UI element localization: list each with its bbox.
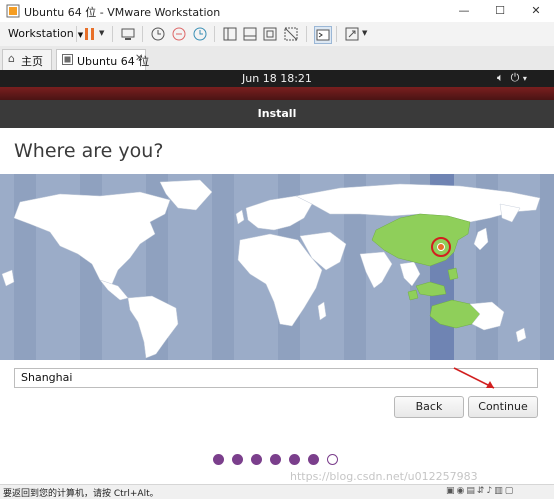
close-button[interactable]: ✕ <box>518 0 554 22</box>
tab-bar: ⌂ 主页 Ubuntu 64 位 ✕ <box>0 46 554 71</box>
progress-dot-current <box>327 454 338 465</box>
progress-dot-completed <box>289 454 300 465</box>
tab-home-label: 主页 <box>21 55 43 68</box>
install-title: Install <box>257 107 297 120</box>
device-status-icons[interactable]: ▣◉▤⇵♪▥▢ <box>446 486 515 496</box>
usb-icon[interactable]: ⇵ <box>477 486 487 496</box>
thumbnail-icon[interactable] <box>242 26 258 42</box>
vmware-app-icon <box>6 4 20 18</box>
send-ctrl-alt-del-icon[interactable] <box>120 26 136 42</box>
volume-icon[interactable]: 🔈︎ <box>497 71 504 84</box>
chevron-down-icon[interactable]: ▼ <box>99 29 104 37</box>
header-stripe <box>0 87 554 100</box>
toolbar: Workstation ▼ ▼ ▼ <box>0 22 554 47</box>
console-icon[interactable] <box>314 26 332 44</box>
hard-disk-icon[interactable]: ▣ <box>446 486 457 496</box>
progress-dot-completed <box>232 454 243 465</box>
toolbar-divider <box>76 26 77 42</box>
clock[interactable]: Jun 18 18:21 <box>0 72 554 85</box>
vm-icon <box>62 54 73 65</box>
home-icon: ⌂ <box>8 52 15 65</box>
unity-icon[interactable] <box>283 26 299 42</box>
progress-dot-completed <box>270 454 281 465</box>
revert-snapshot-icon[interactable] <box>171 26 187 42</box>
progress-dot-completed <box>213 454 224 465</box>
maximize-button[interactable]: ☐ <box>482 0 518 22</box>
location-pin-icon <box>437 243 445 251</box>
workstation-menu-label: Workstation <box>8 27 74 40</box>
tab-home[interactable]: ⌂ 主页 <box>2 49 52 70</box>
timezone-map[interactable] <box>0 174 554 360</box>
watermark: https://blog.csdn.net/u012257983 <box>290 470 478 483</box>
fullscreen-icon[interactable] <box>344 26 360 42</box>
printer-icon[interactable]: ▥ <box>494 486 505 496</box>
window-titlebar: Ubuntu 64 位 - VMware Workstation — ☐ ✕ <box>0 0 554 23</box>
continue-button[interactable]: Continue <box>468 396 538 418</box>
system-tray[interactable]: 🔈︎ ⏻ ▾ <box>497 71 527 85</box>
status-text: 要返回到您的计算机，请按 Ctrl+Alt。 <box>3 489 159 499</box>
power-icon[interactable]: ⏻ <box>511 71 520 84</box>
chevron-down-icon[interactable]: ▼ <box>362 29 367 37</box>
ubuntu-top-bar: Jun 18 18:21 🔈︎ ⏻ ▾ <box>0 70 554 87</box>
chevron-down-icon[interactable]: ▾ <box>523 74 527 83</box>
toolbar-divider <box>214 26 215 42</box>
progress-dot-completed <box>251 454 262 465</box>
status-bar: 要返回到您的计算机，请按 Ctrl+Alt。 ▣◉▤⇵♪▥▢ <box>0 484 554 499</box>
pause-icon[interactable] <box>82 26 98 42</box>
toolbar-divider <box>142 26 143 42</box>
install-header: Install <box>0 100 554 128</box>
close-icon[interactable]: ✕ <box>135 53 143 64</box>
fit-window-icon[interactable] <box>262 26 278 42</box>
progress-dot-completed <box>308 454 319 465</box>
cd-rom-icon[interactable]: ◉ <box>457 486 467 496</box>
toolbar-divider <box>336 26 337 42</box>
display-icon[interactable]: ▢ <box>505 486 516 496</box>
vm-display[interactable]: Jun 18 18:21 🔈︎ ⏻ ▾ Install Where are yo… <box>0 70 554 484</box>
library-icon[interactable] <box>222 26 238 42</box>
network-icon[interactable]: ▤ <box>466 486 477 496</box>
tab-ubuntu[interactable]: Ubuntu 64 位 ✕ <box>56 49 149 70</box>
window-title: Ubuntu 64 位 - VMware Workstation <box>24 6 221 19</box>
page-title: Where are you? <box>14 140 164 162</box>
annotation-arrow-icon <box>453 367 495 389</box>
snapshot-icon[interactable] <box>150 26 166 42</box>
minimize-button[interactable]: — <box>446 0 482 22</box>
back-button[interactable]: Back <box>394 396 464 418</box>
snapshot-manager-icon[interactable] <box>192 26 208 42</box>
workstation-menu[interactable]: Workstation ▼ <box>4 25 87 43</box>
toolbar-divider <box>112 26 113 42</box>
toolbar-divider <box>306 26 307 42</box>
